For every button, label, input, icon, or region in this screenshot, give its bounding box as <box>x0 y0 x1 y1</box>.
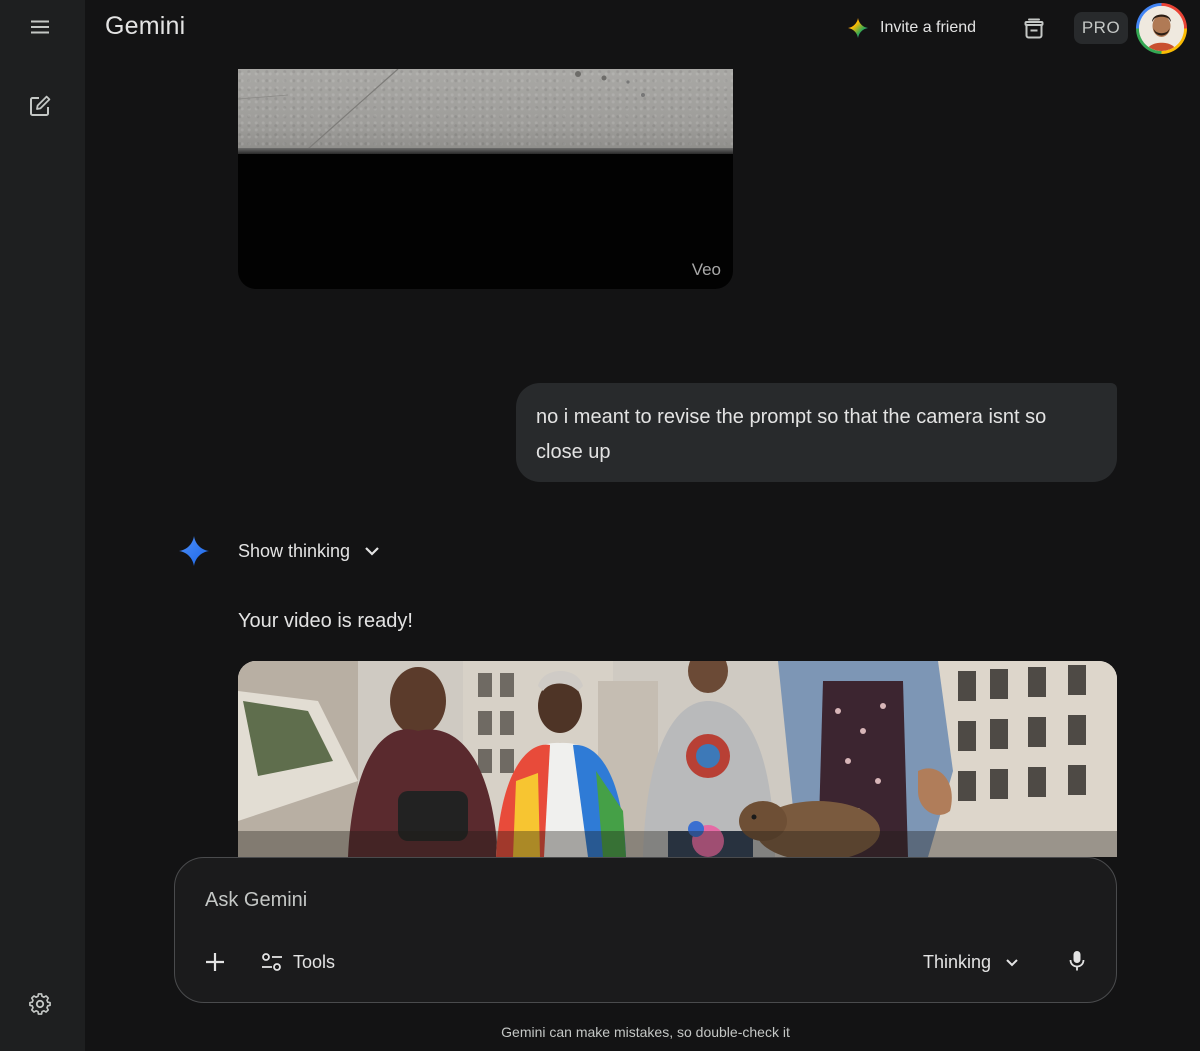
model-mode-selector[interactable]: Thinking <box>923 946 1019 978</box>
user-message: no i meant to revise the prompt so that … <box>516 383 1117 482</box>
plus-icon <box>206 953 224 971</box>
avatar <box>1139 6 1184 51</box>
tools-icon <box>262 953 282 971</box>
prompt-input[interactable] <box>205 886 905 914</box>
chevron-down-icon <box>1006 958 1018 966</box>
previous-video-player[interactable]: Veo <box>238 69 733 289</box>
model-mode-label: Thinking <box>923 951 992 972</box>
new-chat-button[interactable] <box>20 86 60 126</box>
model-reply-text: Your video is ready! <box>238 610 413 632</box>
edit-icon <box>30 95 51 116</box>
video-frame <box>238 661 1117 857</box>
mic-icon <box>1069 951 1085 971</box>
show-thinking-label: Show thinking <box>238 540 351 561</box>
side-rail <box>0 0 85 1051</box>
sparkle-icon <box>848 18 868 38</box>
archive-icon <box>1024 18 1044 39</box>
veo-watermark: Veo <box>691 260 721 279</box>
disclaimer-text: Gemini can make mistakes, so double-chec… <box>501 1024 790 1040</box>
prompt-composer: Tools Thinking <box>174 857 1117 1003</box>
add-attachment-button[interactable] <box>199 946 231 978</box>
show-thinking-toggle[interactable]: Show thinking <box>238 537 380 565</box>
tools-button[interactable]: Tools <box>261 946 335 978</box>
gear-icon <box>29 993 51 1015</box>
video-frame <box>238 69 733 150</box>
generated-video-player[interactable] <box>238 661 1117 857</box>
toolbox-button[interactable] <box>1014 8 1054 48</box>
brand-title[interactable]: Gemini <box>105 12 185 41</box>
main-menu-button[interactable] <box>20 7 60 47</box>
tools-label: Tools <box>293 951 336 972</box>
invite-friend-button[interactable]: Invite a friend <box>838 10 986 46</box>
gemini-spark-icon <box>179 536 209 566</box>
plan-badge[interactable]: PRO <box>1074 12 1128 44</box>
gemini-app: Gemini Invite a friend PRO Veo no i mean… <box>0 0 1200 1051</box>
chevron-down-icon <box>365 547 379 556</box>
menu-icon <box>31 20 49 34</box>
microphone-button[interactable] <box>1061 945 1093 977</box>
settings-button[interactable] <box>20 984 60 1024</box>
video-frame-edge <box>238 148 733 154</box>
account-avatar[interactable] <box>1136 3 1187 54</box>
invite-friend-label: Invite a friend <box>880 19 977 36</box>
